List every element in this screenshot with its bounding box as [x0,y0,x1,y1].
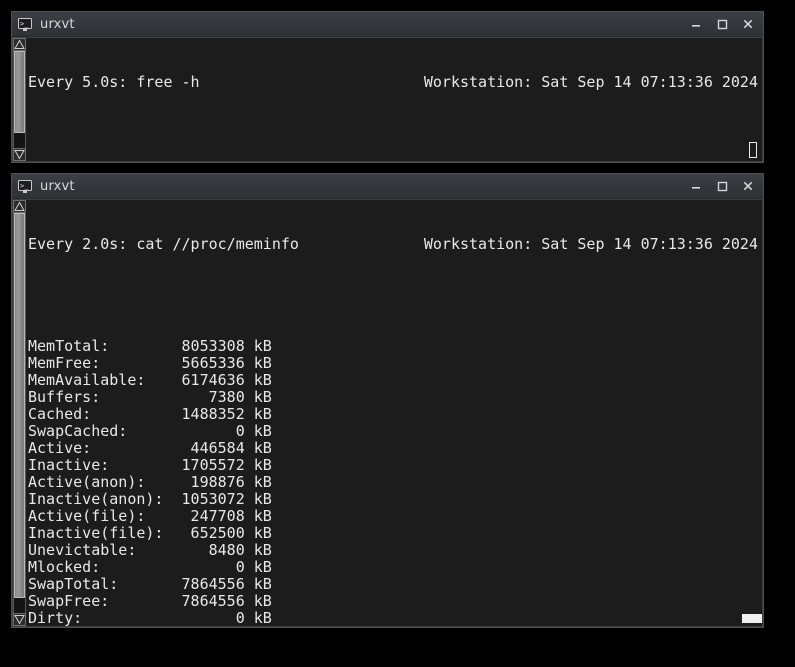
maximize-button-free[interactable] [709,12,735,36]
close-button-meminfo[interactable] [735,174,761,198]
meminfo-row: Buffers: 7380 kB [28,388,272,406]
terminal-screen-meminfo[interactable]: Every 2.0s: cat //proc/meminfo Workstati… [26,200,762,626]
scroll-track-free[interactable] [13,51,26,148]
window-free[interactable]: >_ urxvt Every 5.0s: free -h Workstation… [11,11,764,163]
terminal-screen-free[interactable]: Every 5.0s: free -h Workstation: Sat Sep… [26,38,762,161]
meminfo-row: Active(file): 247708 kB [28,507,272,525]
close-button-free[interactable] [735,12,761,36]
watch-host-time-meminfo: Workstation: Sat Sep 14 07:13:36 2024 [423,235,758,253]
meminfo-row: Cached: 1488352 kB [28,405,272,423]
scrollbar-free[interactable] [13,38,26,161]
minimize-button-meminfo[interactable] [683,174,709,198]
meminfo-row: Active: 446584 kB [28,439,272,457]
terminal-cursor-free [749,142,757,158]
meminfo-row: MemTotal: 8053308 kB [28,337,272,355]
watch-header-row-free: Every 5.0s: free -h Workstation: Sat Sep… [28,74,762,91]
terminal-free[interactable]: Every 5.0s: free -h Workstation: Sat Sep… [13,38,762,161]
terminal-cursor-meminfo [742,614,762,623]
svg-text:>_: >_ [20,182,29,190]
desktop: >_ urxvt Every 5.0s: free -h Workstation… [0,0,795,667]
triangle-up-icon [14,39,25,49]
minimize-button-free[interactable] [683,12,709,36]
triangle-down-icon [14,615,25,625]
scrollbar-meminfo[interactable] [13,200,26,626]
meminfo-row: Active(anon): 198876 kB [28,473,272,491]
watch-command-free: Every 5.0s: free -h [28,73,200,91]
meminfo-row: SwapFree: 7864556 kB [28,592,272,610]
scroll-track-meminfo[interactable] [13,213,26,613]
terminal-meminfo[interactable]: Every 2.0s: cat //proc/meminfo Workstati… [13,200,762,626]
window-controls-free [683,12,761,36]
titlebar-meminfo[interactable]: >_ urxvt [12,174,763,199]
terminal-icon: >_ [18,17,32,31]
maximize-button-meminfo[interactable] [709,174,735,198]
window-title-free: urxvt [40,17,75,31]
maximize-icon [717,181,728,192]
minimize-icon [692,25,700,27]
scroll-down-arrow-meminfo[interactable] [13,613,26,626]
watch-host-time-free: Workstation: Sat Sep 14 07:13:36 2024 [423,73,758,91]
meminfo-row: Dirty: 0 kB [28,609,272,627]
window-controls-meminfo [683,174,761,198]
window-meminfo[interactable]: >_ urxvt Every 2.0s: cat //proc/meminfo … [11,173,764,628]
triangle-down-icon [14,150,25,160]
triangle-up-icon [14,201,25,211]
watch-command-meminfo: Every 2.0s: cat //proc/meminfo [28,235,299,253]
window-title-meminfo: urxvt [40,179,75,193]
svg-text:>_: >_ [20,20,29,28]
meminfo-row: Mlocked: 0 kB [28,558,272,576]
meminfo-row: MemAvailable: 6174636 kB [28,371,272,389]
scroll-up-arrow-free[interactable] [13,38,26,51]
watch-header-row-meminfo: Every 2.0s: cat //proc/meminfo Workstati… [28,236,762,253]
meminfo-row: Unevictable: 8480 kB [28,541,272,559]
scroll-down-arrow-free[interactable] [13,148,26,161]
terminal-icon: >_ [18,179,32,193]
close-icon [743,181,753,191]
scroll-thumb-meminfo[interactable] [14,213,25,598]
meminfo-row: MemFree: 5665336 kB [28,354,272,372]
minimize-icon [692,187,700,189]
close-icon [743,19,753,29]
meminfo-row: SwapCached: 0 kB [28,422,272,440]
meminfo-row: Inactive: 1705572 kB [28,456,272,474]
titlebar-free[interactable]: >_ urxvt [12,12,763,37]
scroll-up-arrow-meminfo[interactable] [13,200,26,213]
scroll-thumb-free[interactable] [14,51,25,133]
meminfo-row: Inactive(file): 652500 kB [28,524,272,542]
meminfo-row: Inactive(anon): 1053072 kB [28,490,272,508]
meminfo-rows: MemTotal: 8053308 kB MemFree: 5665336 kB M… [28,337,762,627]
meminfo-row: SwapTotal: 7864556 kB [28,575,272,593]
maximize-icon [717,19,728,30]
